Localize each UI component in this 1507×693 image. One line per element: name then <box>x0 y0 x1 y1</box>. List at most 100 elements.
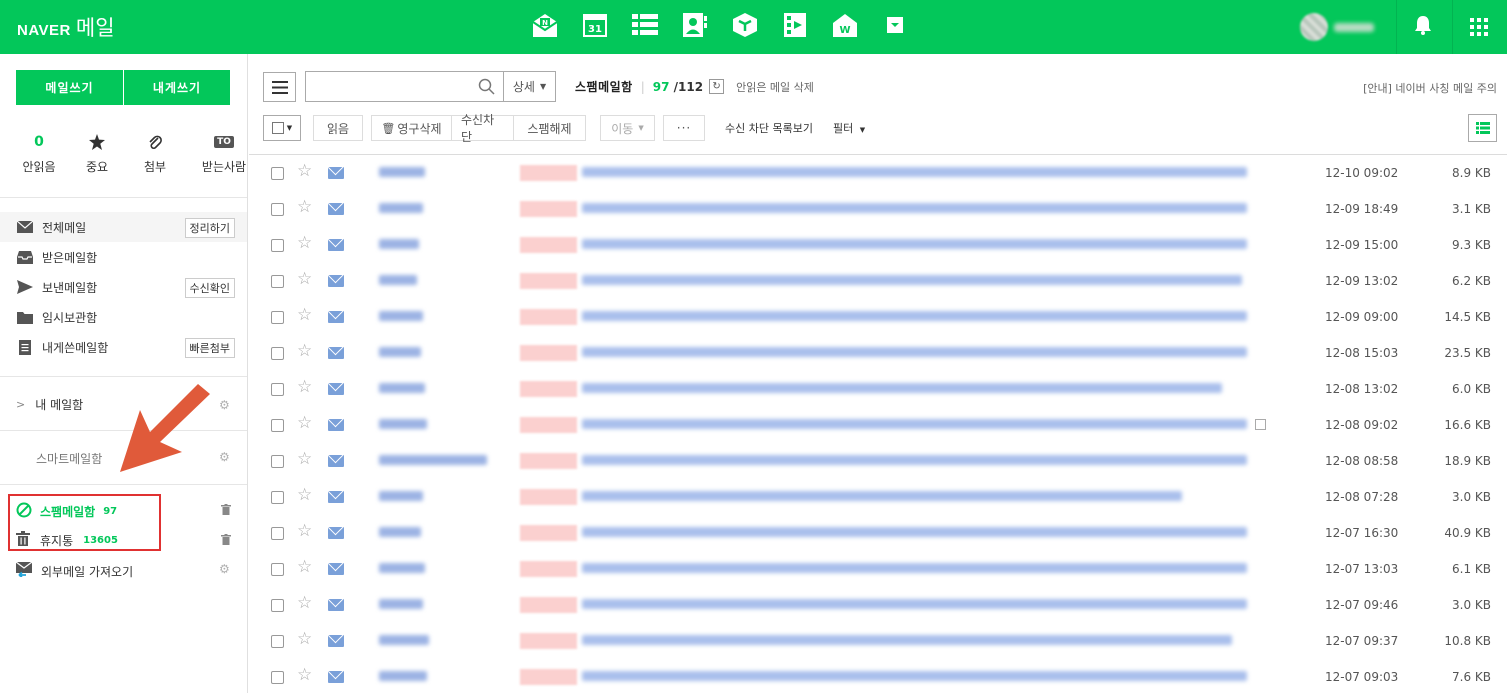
mail-row[interactable]: ☆ 12-08 08:58 18.9 KB <box>249 443 1507 479</box>
mail-row[interactable]: ☆ 12-08 09:02 16.6 KB <box>249 407 1507 443</box>
envelope-icon[interactable] <box>328 311 344 323</box>
gear-icon[interactable]: ⚙ <box>219 562 230 576</box>
mail-sender-blurred[interactable] <box>379 671 427 681</box>
hamburger-menu-button[interactable] <box>263 72 296 102</box>
my-mailbox-toggle[interactable]: > 내 메일함 <box>16 396 83 413</box>
mail-sender-blurred[interactable] <box>379 563 425 573</box>
mail-sender-blurred[interactable] <box>379 311 423 321</box>
star-outline-icon[interactable]: ☆ <box>297 667 312 684</box>
mail-row[interactable]: ☆ 12-07 16:30 40.9 KB <box>249 515 1507 551</box>
mail-row[interactable]: ☆ 12-08 07:28 3.0 KB <box>249 479 1507 515</box>
star-outline-icon[interactable]: ☆ <box>297 523 312 540</box>
permanent-delete-button[interactable]: 🗑 영구삭제 <box>371 115 452 141</box>
mail-subject-blurred[interactable] <box>582 671 1247 681</box>
mail-subject-blurred[interactable] <box>582 275 1242 285</box>
mail-sender-blurred[interactable] <box>379 167 425 177</box>
notice-link[interactable]: [안내] 네이버 사칭 메일 주의 <box>1363 80 1497 96</box>
external-mail-import[interactable]: 외부메일 가져오기 <box>15 561 133 580</box>
envelope-icon[interactable] <box>328 347 344 359</box>
mail-row[interactable]: ☆ 12-08 15:03 23.5 KB <box>249 335 1507 371</box>
not-spam-button[interactable]: 스팸해제 <box>514 115 586 141</box>
search-icon[interactable] <box>478 78 495 98</box>
mail-sender-blurred[interactable] <box>379 275 417 285</box>
more-actions-button[interactable]: ··· <box>663 115 705 141</box>
box-app-icon[interactable] <box>730 10 759 40</box>
move-dropdown[interactable]: 이동 ▼ <box>600 115 655 141</box>
envelope-icon[interactable] <box>328 635 344 647</box>
mail-row[interactable]: ☆ 12-07 13:03 6.1 KB <box>249 551 1507 587</box>
smart-mailbox-label[interactable]: 스마트메일함 <box>36 450 102 467</box>
empty-spam-trash-icon[interactable] <box>221 504 231 518</box>
mail-app-icon[interactable]: N <box>530 10 559 40</box>
mail-subject-blurred[interactable] <box>582 239 1247 249</box>
media-app-icon[interactable] <box>780 10 809 40</box>
refresh-icon[interactable]: ↻ <box>709 79 725 94</box>
mail-row[interactable]: ☆ 12-08 13:02 6.0 KB <box>249 371 1507 407</box>
envelope-icon[interactable] <box>328 203 344 215</box>
mail-sender-blurred[interactable] <box>379 419 427 429</box>
mail-checkbox[interactable] <box>271 203 284 216</box>
envelope-icon[interactable] <box>328 671 344 683</box>
mail-checkbox[interactable] <box>271 347 284 360</box>
organize-button[interactable]: 정리하기 <box>184 218 235 238</box>
envelope-icon[interactable] <box>328 275 344 287</box>
mail-subject-blurred[interactable] <box>582 599 1247 609</box>
mail-sender-blurred[interactable] <box>379 347 421 357</box>
mail-sender-blurred[interactable] <box>379 491 423 501</box>
delete-unread-link[interactable]: 안읽은 메일 삭제 <box>736 79 814 95</box>
envelope-icon[interactable] <box>328 383 344 395</box>
envelope-icon[interactable] <box>328 167 344 179</box>
mark-read-button[interactable]: 읽음 <box>313 115 363 141</box>
mail-sender-blurred[interactable] <box>379 527 421 537</box>
mail-subject-blurred[interactable] <box>582 635 1232 645</box>
folder-trash[interactable]: 휴지통 13605 <box>16 531 118 549</box>
envelope-icon[interactable] <box>328 491 344 503</box>
mail-subject-blurred[interactable] <box>582 563 1247 573</box>
envelope-icon[interactable] <box>328 599 344 611</box>
mail-row[interactable]: ☆ 12-07 09:37 10.8 KB <box>249 623 1507 659</box>
folder-sent[interactable]: 보낸메일함 수신확인 <box>0 272 247 302</box>
envelope-icon[interactable] <box>328 455 344 467</box>
list-view-toggle[interactable] <box>1468 114 1497 142</box>
star-outline-icon[interactable]: ☆ <box>297 451 312 468</box>
star-outline-icon[interactable]: ☆ <box>297 631 312 648</box>
block-sender-button[interactable]: 수신차단 <box>452 113 514 144</box>
mail-subject-blurred[interactable] <box>582 311 1247 321</box>
mail-checkbox[interactable] <box>271 167 284 180</box>
envelope-icon[interactable] <box>328 419 344 431</box>
more-apps-icon[interactable] <box>880 10 909 40</box>
select-all-checkbox[interactable]: ▼ <box>263 115 301 141</box>
mail-row[interactable]: ☆ 12-09 15:00 9.3 KB <box>249 227 1507 263</box>
star-outline-icon[interactable]: ☆ <box>297 163 312 180</box>
calendar-app-icon[interactable]: 31 <box>580 10 609 40</box>
star-outline-icon[interactable]: ☆ <box>297 343 312 360</box>
mail-checkbox[interactable] <box>271 455 284 468</box>
detail-search-dropdown[interactable]: 상세 ▼ <box>504 71 556 102</box>
notification-bell-icon[interactable] <box>1414 15 1432 38</box>
star-outline-icon[interactable]: ☆ <box>297 487 312 504</box>
filter-dropdown[interactable]: 필터 ▼ <box>833 120 865 136</box>
office-app-icon[interactable]: W <box>830 10 859 40</box>
star-outline-icon[interactable]: ☆ <box>297 415 312 432</box>
read-receipt-button[interactable]: 수신확인 <box>184 278 235 298</box>
envelope-icon[interactable] <box>328 239 344 251</box>
naver-mail-logo[interactable]: NAVER 메일 <box>17 12 115 42</box>
quick-important[interactable]: 중요 <box>68 132 126 175</box>
empty-trash-icon[interactable] <box>221 534 231 548</box>
mail-sender-blurred[interactable] <box>379 239 419 249</box>
mail-row[interactable]: ☆ 12-09 18:49 3.1 KB <box>249 191 1507 227</box>
star-outline-icon[interactable]: ☆ <box>297 559 312 576</box>
star-outline-icon[interactable]: ☆ <box>297 595 312 612</box>
mail-subject-blurred[interactable] <box>582 491 1182 501</box>
mail-checkbox[interactable] <box>271 239 284 252</box>
folder-self[interactable]: 내게쓴메일함 빠른첨부 <box>0 332 247 362</box>
mail-row[interactable]: ☆ 12-07 09:03 7.6 KB <box>249 659 1507 693</box>
mail-subject-blurred[interactable] <box>582 203 1247 213</box>
star-outline-icon[interactable]: ☆ <box>297 199 312 216</box>
envelope-icon[interactable] <box>328 563 344 575</box>
mail-subject-blurred[interactable] <box>582 527 1247 537</box>
mail-subject-blurred[interactable] <box>582 455 1247 465</box>
star-outline-icon[interactable]: ☆ <box>297 307 312 324</box>
quick-attachment[interactable]: 첨부 <box>126 132 184 175</box>
folder-spam[interactable]: 스팸메일함 97 <box>16 502 117 521</box>
